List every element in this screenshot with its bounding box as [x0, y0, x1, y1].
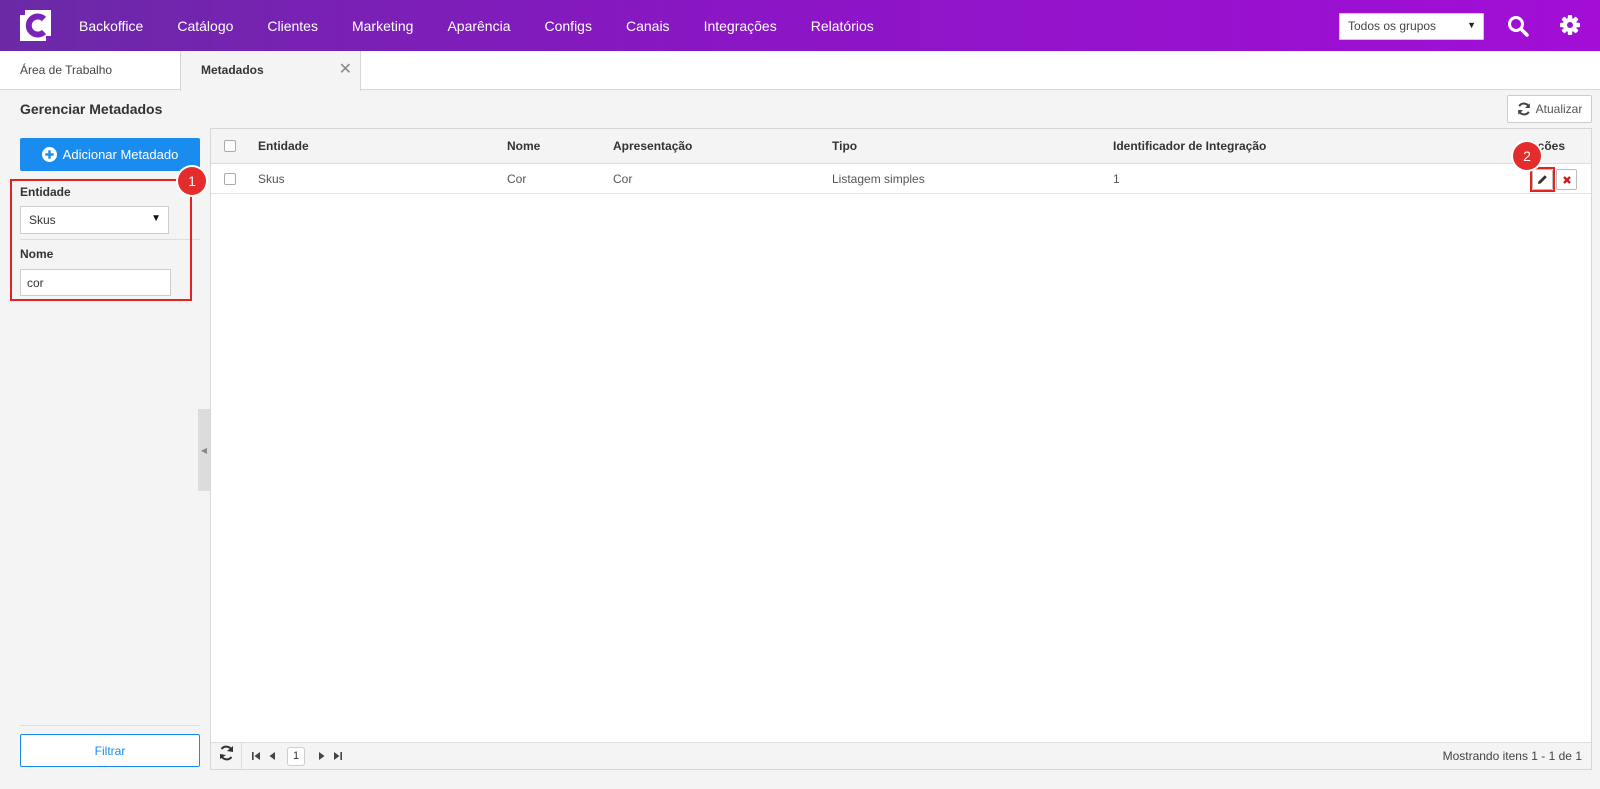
last-page-icon[interactable] [333, 751, 343, 761]
row-checkbox[interactable] [224, 173, 236, 185]
add-metadata-button[interactable]: Adicionar Metadado [20, 138, 200, 171]
column-header-identificador[interactable]: Identificador de Integração [1113, 129, 1266, 164]
column-header-entidade[interactable]: Entidade [258, 129, 309, 164]
tab-bar: Área de Trabalho Metadados ✕ [0, 51, 1600, 91]
column-header-nome[interactable]: Nome [507, 129, 540, 164]
group-select[interactable]: Todos os grupos ▼ [1339, 13, 1484, 40]
nav-item-relatorios[interactable]: Relatórios [794, 18, 891, 34]
filter-button[interactable]: Filtrar [20, 734, 200, 767]
highlight-box-edit [1530, 167, 1555, 192]
filter-button-label: Filtrar [94, 743, 126, 758]
annotation-badge-2: 2 [1513, 142, 1541, 170]
search-icon[interactable] [1507, 15, 1529, 37]
current-page[interactable]: 1 [287, 747, 305, 766]
grid-header: Entidade Nome Apresentação Tipo Identifi… [211, 129, 1591, 164]
cell-apresentacao: Cor [613, 172, 633, 186]
nav-item-backoffice[interactable]: Backoffice [62, 18, 160, 34]
top-navbar: Backoffice Catálogo Clientes Marketing A… [0, 0, 1600, 51]
next-page-icon[interactable] [317, 751, 327, 761]
refresh-icon[interactable] [217, 743, 237, 763]
nav-item-integracoes[interactable]: Integrações [687, 18, 794, 34]
cell-tipo: Listagem simples [832, 172, 925, 186]
plus-circle-icon [41, 147, 57, 162]
column-header-apresentacao[interactable]: Apresentação [613, 129, 692, 164]
pager-info: Mostrando itens 1 - 1 de 1 [1442, 749, 1582, 763]
refresh-label: Atualizar [1535, 102, 1583, 116]
cell-identificador: 1 [1113, 172, 1120, 186]
close-icon [1562, 175, 1571, 184]
filter-sidebar: Adicionar Metadado Entidade Skus ▼ Nome … [0, 128, 210, 789]
tab-label: Área de Trabalho [20, 63, 113, 77]
column-header-tipo[interactable]: Tipo [832, 129, 857, 164]
nav-item-marketing[interactable]: Marketing [335, 18, 430, 34]
metadata-grid: Entidade Nome Apresentação Tipo Identifi… [210, 128, 1592, 770]
prev-page-icon[interactable] [267, 751, 277, 761]
first-page-icon[interactable] [251, 751, 261, 761]
refresh-icon [1517, 102, 1530, 116]
highlight-box-filters [10, 179, 192, 301]
close-icon[interactable]: ✕ [339, 51, 352, 89]
caret-down-icon: ▼ [1467, 20, 1476, 30]
main-menu: Backoffice Catálogo Clientes Marketing A… [62, 0, 891, 51]
table-row[interactable]: Skus Cor Cor Listagem simples 1 2 [211, 142, 1591, 194]
footer-divider [20, 725, 200, 726]
pager-divider [241, 743, 242, 770]
delete-button[interactable] [1556, 169, 1577, 190]
page-title: Gerenciar Metadados [20, 101, 163, 117]
cell-nome: Cor [507, 172, 527, 186]
tab-label: Metadados [201, 63, 264, 77]
gear-icon[interactable] [1559, 14, 1581, 36]
nav-item-aparencia[interactable]: Aparência [430, 18, 527, 34]
nav-item-clientes[interactable]: Clientes [250, 18, 335, 34]
nav-item-configs[interactable]: Configs [528, 18, 609, 34]
annotation-badge-1: 1 [178, 167, 206, 195]
sidebar-collapse-handle[interactable]: ◀ [198, 409, 210, 491]
nav-item-canais[interactable]: Canais [609, 18, 687, 34]
group-select-value: Todos os grupos [1348, 19, 1437, 33]
cell-entidade: Skus [258, 172, 285, 186]
select-all-checkbox[interactable] [224, 140, 236, 152]
grid-pager: 1 Mostrando itens 1 - 1 de 1 [211, 742, 1591, 770]
logo-icon[interactable] [20, 10, 51, 41]
tab-metadados[interactable]: Metadados ✕ [180, 51, 361, 91]
tab-area-de-trabalho[interactable]: Área de Trabalho [0, 51, 180, 90]
nav-item-catalogo[interactable]: Catálogo [160, 18, 250, 34]
add-metadata-label: Adicionar Metadado [62, 147, 179, 162]
refresh-button[interactable]: Atualizar [1507, 95, 1592, 123]
